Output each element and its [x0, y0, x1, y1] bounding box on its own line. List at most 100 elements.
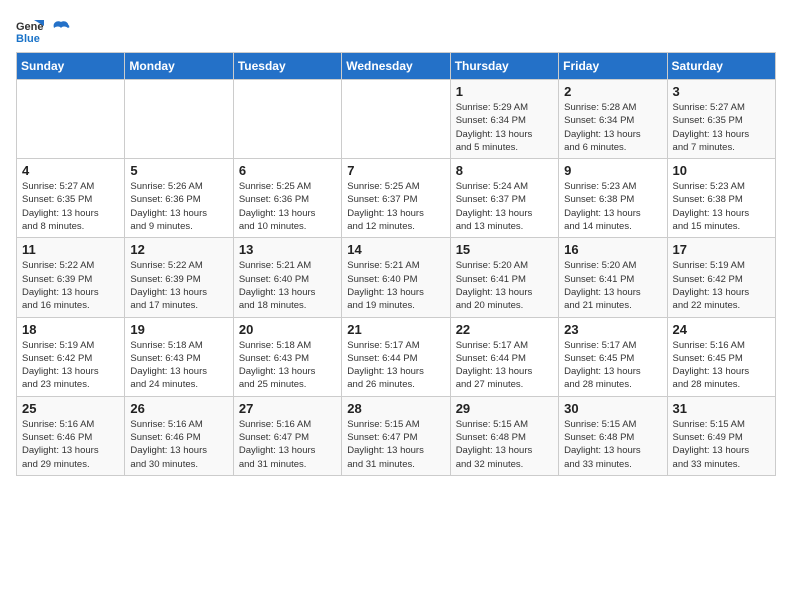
calendar-cell: 4 Sunrise: 5:27 AM Sunset: 6:35 PM Daylig…	[17, 159, 125, 238]
day-number: 17	[673, 242, 770, 257]
calendar-cell: 15Sunrise: 5:20 AM Sunset: 6:41 PM Dayli…	[450, 238, 558, 317]
calendar-cell	[17, 80, 125, 159]
day-number: 5	[130, 163, 227, 178]
day-detail: Sunrise: 5:16 AM Sunset: 6:46 PM Dayligh…	[130, 418, 227, 471]
day-number: 12	[130, 242, 227, 257]
day-detail: Sunrise: 5:20 AM Sunset: 6:41 PM Dayligh…	[456, 259, 553, 312]
calendar-cell: 27Sunrise: 5:16 AM Sunset: 6:47 PM Dayli…	[233, 396, 341, 475]
day-detail: Sunrise: 5:21 AM Sunset: 6:40 PM Dayligh…	[239, 259, 336, 312]
day-detail: Sunrise: 5:29 AM Sunset: 6:34 PM Dayligh…	[456, 101, 553, 154]
day-number: 23	[564, 322, 661, 337]
calendar-cell: 25 Sunrise: 5:16 AM Sunset: 6:46 PM Dayli…	[17, 396, 125, 475]
day-number: 11	[22, 242, 119, 257]
day-detail: Sunrise: 5:23 AM Sunset: 6:38 PM Dayligh…	[564, 180, 661, 233]
day-detail: Sunrise: 5:26 AM Sunset: 6:36 PM Dayligh…	[130, 180, 227, 233]
calendar-cell: 26 Sunrise: 5:16 AM Sunset: 6:46 PM Dayli…	[125, 396, 233, 475]
day-detail: Sunrise: 5:25 AM Sunset: 6:36 PM Dayligh…	[239, 180, 336, 233]
day-detail: Sunrise: 5:22 AM Sunset: 6:39 PM Dayligh…	[130, 259, 227, 312]
svg-text:Blue: Blue	[16, 33, 40, 44]
day-number: 29	[456, 401, 553, 416]
day-number: 2	[564, 84, 661, 99]
day-detail: Sunrise: 5:27 AM Sunset: 6:35 PM Dayligh…	[22, 180, 119, 233]
calendar-cell: 30 Sunrise: 5:15 AM Sunset: 6:48 PM Dayli…	[559, 396, 667, 475]
day-number: 25	[22, 401, 119, 416]
calendar-header-row: SundayMondayTuesdayWednesdayThursdayFrid…	[17, 53, 776, 80]
day-number: 22	[456, 322, 553, 337]
calendar-cell: 31 Sunrise: 5:15 AM Sunset: 6:49 PM Dayli…	[667, 396, 775, 475]
day-detail: Sunrise: 5:22 AM Sunset: 6:39 PM Dayligh…	[22, 259, 119, 312]
calendar-week-row: 11 Sunrise: 5:22 AM Sunset: 6:39 PM Dayli…	[17, 238, 776, 317]
header-monday: Monday	[125, 53, 233, 80]
day-detail: Sunrise: 5:15 AM Sunset: 6:47 PM Dayligh…	[347, 418, 444, 471]
calendar-cell: 20Sunrise: 5:18 AM Sunset: 6:43 PM Dayli…	[233, 317, 341, 396]
calendar-cell: 7 Sunrise: 5:25 AM Sunset: 6:37 PM Daylig…	[342, 159, 450, 238]
calendar-cell: 18 Sunrise: 5:19 AM Sunset: 6:42 PM Dayli…	[17, 317, 125, 396]
day-detail: Sunrise: 5:16 AM Sunset: 6:45 PM Dayligh…	[673, 339, 770, 392]
calendar-cell: 11 Sunrise: 5:22 AM Sunset: 6:39 PM Dayli…	[17, 238, 125, 317]
day-detail: Sunrise: 5:23 AM Sunset: 6:38 PM Dayligh…	[673, 180, 770, 233]
day-detail: Sunrise: 5:24 AM Sunset: 6:37 PM Dayligh…	[456, 180, 553, 233]
calendar-week-row: 1 Sunrise: 5:29 AM Sunset: 6:34 PM Daylig…	[17, 80, 776, 159]
calendar-cell: 6Sunrise: 5:25 AM Sunset: 6:36 PM Daylig…	[233, 159, 341, 238]
calendar-cell: 28 Sunrise: 5:15 AM Sunset: 6:47 PM Dayli…	[342, 396, 450, 475]
header-wednesday: Wednesday	[342, 53, 450, 80]
calendar-cell: 21 Sunrise: 5:17 AM Sunset: 6:44 PM Dayli…	[342, 317, 450, 396]
day-detail: Sunrise: 5:17 AM Sunset: 6:45 PM Dayligh…	[564, 339, 661, 392]
day-number: 8	[456, 163, 553, 178]
calendar-cell: 2 Sunrise: 5:28 AM Sunset: 6:34 PM Daylig…	[559, 80, 667, 159]
calendar-cell	[125, 80, 233, 159]
day-number: 1	[456, 84, 553, 99]
day-detail: Sunrise: 5:19 AM Sunset: 6:42 PM Dayligh…	[22, 339, 119, 392]
calendar-cell: 9 Sunrise: 5:23 AM Sunset: 6:38 PM Daylig…	[559, 159, 667, 238]
day-detail: Sunrise: 5:16 AM Sunset: 6:46 PM Dayligh…	[22, 418, 119, 471]
logo-bird-icon	[52, 20, 70, 40]
day-detail: Sunrise: 5:21 AM Sunset: 6:40 PM Dayligh…	[347, 259, 444, 312]
day-number: 26	[130, 401, 227, 416]
calendar-cell: 29 Sunrise: 5:15 AM Sunset: 6:48 PM Dayli…	[450, 396, 558, 475]
day-detail: Sunrise: 5:15 AM Sunset: 6:48 PM Dayligh…	[456, 418, 553, 471]
day-number: 24	[673, 322, 770, 337]
calendar-cell: 23 Sunrise: 5:17 AM Sunset: 6:45 PM Dayli…	[559, 317, 667, 396]
day-detail: Sunrise: 5:25 AM Sunset: 6:37 PM Dayligh…	[347, 180, 444, 233]
day-detail: Sunrise: 5:16 AM Sunset: 6:47 PM Dayligh…	[239, 418, 336, 471]
day-number: 3	[673, 84, 770, 99]
day-number: 13	[239, 242, 336, 257]
calendar-cell: 10 Sunrise: 5:23 AM Sunset: 6:38 PM Dayli…	[667, 159, 775, 238]
calendar-cell: 13 Sunrise: 5:21 AM Sunset: 6:40 PM Dayli…	[233, 238, 341, 317]
header-thursday: Thursday	[450, 53, 558, 80]
calendar-table: SundayMondayTuesdayWednesdayThursdayFrid…	[16, 52, 776, 476]
calendar-cell	[342, 80, 450, 159]
calendar-cell: 8 Sunrise: 5:24 AM Sunset: 6:37 PM Daylig…	[450, 159, 558, 238]
header-sunday: Sunday	[17, 53, 125, 80]
day-detail: Sunrise: 5:27 AM Sunset: 6:35 PM Dayligh…	[673, 101, 770, 154]
day-number: 31	[673, 401, 770, 416]
header-friday: Friday	[559, 53, 667, 80]
day-detail: Sunrise: 5:20 AM Sunset: 6:41 PM Dayligh…	[564, 259, 661, 312]
day-number: 7	[347, 163, 444, 178]
day-detail: Sunrise: 5:15 AM Sunset: 6:49 PM Dayligh…	[673, 418, 770, 471]
day-number: 4	[22, 163, 119, 178]
calendar-cell: 3 Sunrise: 5:27 AM Sunset: 6:35 PM Daylig…	[667, 80, 775, 159]
day-number: 18	[22, 322, 119, 337]
page-header: General Blue	[16, 16, 776, 44]
day-detail: Sunrise: 5:28 AM Sunset: 6:34 PM Dayligh…	[564, 101, 661, 154]
calendar-cell: 14 Sunrise: 5:21 AM Sunset: 6:40 PM Dayli…	[342, 238, 450, 317]
day-number: 20	[239, 322, 336, 337]
calendar-cell: 12 Sunrise: 5:22 AM Sunset: 6:39 PM Dayli…	[125, 238, 233, 317]
calendar-cell: 5 Sunrise: 5:26 AM Sunset: 6:36 PM Daylig…	[125, 159, 233, 238]
day-number: 30	[564, 401, 661, 416]
day-number: 10	[673, 163, 770, 178]
day-number: 14	[347, 242, 444, 257]
day-number: 21	[347, 322, 444, 337]
logo-icon: General Blue	[16, 16, 44, 44]
day-detail: Sunrise: 5:17 AM Sunset: 6:44 PM Dayligh…	[347, 339, 444, 392]
day-number: 28	[347, 401, 444, 416]
header-tuesday: Tuesday	[233, 53, 341, 80]
day-number: 9	[564, 163, 661, 178]
header-saturday: Saturday	[667, 53, 775, 80]
logo: General Blue	[16, 16, 70, 44]
day-detail: Sunrise: 5:15 AM Sunset: 6:48 PM Dayligh…	[564, 418, 661, 471]
day-detail: Sunrise: 5:19 AM Sunset: 6:42 PM Dayligh…	[673, 259, 770, 312]
calendar-cell: 16Sunrise: 5:20 AM Sunset: 6:41 PM Dayli…	[559, 238, 667, 317]
calendar-cell: 24 Sunrise: 5:16 AM Sunset: 6:45 PM Dayli…	[667, 317, 775, 396]
